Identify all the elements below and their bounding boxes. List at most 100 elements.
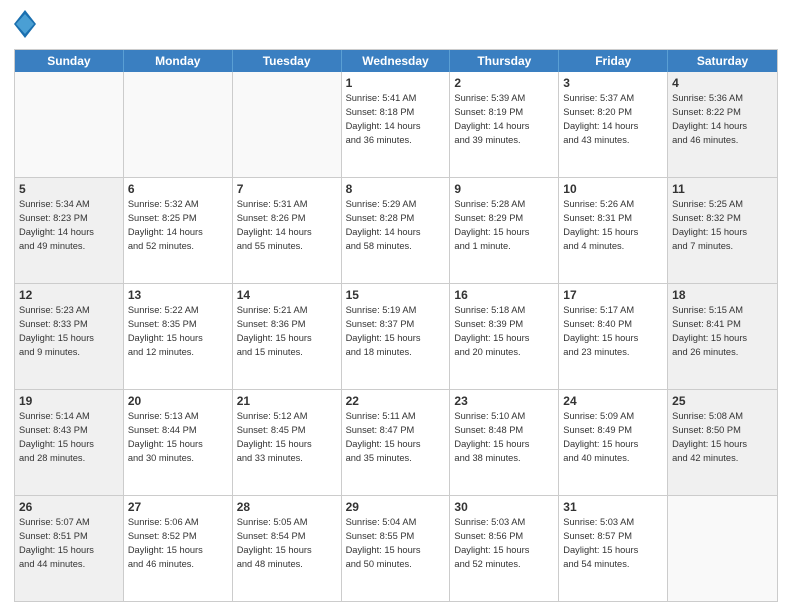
cal-cell-26: 26 Sunrise: 5:07 AM Sunset: 8:51 PM Dayli… (15, 496, 124, 601)
header-day-tuesday: Tuesday (233, 50, 342, 72)
cal-cell-20: 20Sunrise: 5:13 AM Sunset: 8:44 PM Dayli… (124, 390, 233, 495)
cal-cell-21: 21 Sunrise: 5:12 AM Sunset: 8:45 PM Dayli… (233, 390, 342, 495)
cal-cell-14: 14 Sunrise: 5:21 AM Sunset: 8:36 PM Dayli… (233, 284, 342, 389)
cal-cell-24: 24 Sunrise: 5:09 AM Sunset: 8:49 PM Dayli… (559, 390, 668, 495)
day-info: Sunrise: 5:37 AM Sunset: 8:20 PM Dayligh… (563, 93, 638, 144)
day-number: 25 (672, 393, 773, 409)
cal-cell-6: 6Sunrise: 5:32 AM Sunset: 8:25 PM Daylig… (124, 178, 233, 283)
day-number: 5 (19, 181, 119, 197)
day-number: 11 (672, 181, 773, 197)
day-number: 20 (128, 393, 228, 409)
day-number: 26 (19, 499, 119, 515)
day-info: Sunrise: 5:18 AM Sunset: 8:39 PM Dayligh… (454, 305, 529, 356)
cal-cell-27: 27 Sunrise: 5:06 AM Sunset: 8:52 PM Dayli… (124, 496, 233, 601)
cal-cell-30: 30 Sunrise: 5:03 AM Sunset: 8:56 PM Dayli… (450, 496, 559, 601)
day-info: Sunrise: 5:05 AM Sunset: 8:54 PM Dayligh… (237, 517, 312, 568)
cal-cell-16: 16 Sunrise: 5:18 AM Sunset: 8:39 PM Dayli… (450, 284, 559, 389)
day-info: Sunrise: 5:09 AM Sunset: 8:49 PM Dayligh… (563, 411, 638, 462)
day-number: 19 (19, 393, 119, 409)
day-info: Sunrise: 5:31 AM Sunset: 8:26 PM Dayligh… (237, 199, 312, 250)
day-info: Sunrise: 5:04 AM Sunset: 8:55 PM Dayligh… (346, 517, 421, 568)
day-number: 17 (563, 287, 663, 303)
cal-cell-empty-4-6 (668, 496, 777, 601)
day-number: 9 (454, 181, 554, 197)
header-day-sunday: Sunday (15, 50, 124, 72)
day-info: Sunrise: 5:03 AM Sunset: 8:56 PM Dayligh… (454, 517, 529, 568)
day-number: 16 (454, 287, 554, 303)
calendar-row-2: 12 Sunrise: 5:23 AM Sunset: 8:33 PM Dayli… (15, 283, 777, 389)
cal-cell-12: 12 Sunrise: 5:23 AM Sunset: 8:33 PM Dayli… (15, 284, 124, 389)
page: SundayMondayTuesdayWednesdayThursdayFrid… (0, 0, 792, 612)
cal-cell-10: 10 Sunrise: 5:26 AM Sunset: 8:31 PM Dayli… (559, 178, 668, 283)
cal-cell-23: 23 Sunrise: 5:10 AM Sunset: 8:48 PM Dayli… (450, 390, 559, 495)
day-info: Sunrise: 5:28 AM Sunset: 8:29 PM Dayligh… (454, 199, 529, 250)
header-day-wednesday: Wednesday (342, 50, 451, 72)
day-info: Sunrise: 5:41 AM Sunset: 8:18 PM Dayligh… (346, 93, 421, 144)
day-number: 7 (237, 181, 337, 197)
cal-cell-empty-0-1 (124, 72, 233, 177)
cal-cell-9: 9 Sunrise: 5:28 AM Sunset: 8:29 PM Daylig… (450, 178, 559, 283)
day-info: Sunrise: 5:10 AM Sunset: 8:48 PM Dayligh… (454, 411, 529, 462)
day-number: 12 (19, 287, 119, 303)
day-info: Sunrise: 5:29 AM Sunset: 8:28 PM Dayligh… (346, 199, 421, 250)
calendar-body: 1 Sunrise: 5:41 AM Sunset: 8:18 PM Daylig… (15, 72, 777, 601)
calendar-row-1: 5 Sunrise: 5:34 AM Sunset: 8:23 PM Daylig… (15, 177, 777, 283)
cal-cell-17: 17Sunrise: 5:17 AM Sunset: 8:40 PM Dayli… (559, 284, 668, 389)
cal-cell-3: 3 Sunrise: 5:37 AM Sunset: 8:20 PM Daylig… (559, 72, 668, 177)
cal-cell-18: 18 Sunrise: 5:15 AM Sunset: 8:41 PM Dayli… (668, 284, 777, 389)
cal-cell-15: 15 Sunrise: 5:19 AM Sunset: 8:37 PM Dayli… (342, 284, 451, 389)
header-day-friday: Friday (559, 50, 668, 72)
day-number: 28 (237, 499, 337, 515)
cal-cell-2: 2 Sunrise: 5:39 AM Sunset: 8:19 PM Daylig… (450, 72, 559, 177)
day-number: 22 (346, 393, 446, 409)
day-number: 18 (672, 287, 773, 303)
calendar: SundayMondayTuesdayWednesdayThursdayFrid… (14, 49, 778, 602)
logo-icon (14, 10, 36, 38)
day-info: Sunrise: 5:36 AM Sunset: 8:22 PM Dayligh… (672, 93, 747, 144)
day-info: Sunrise: 5:03 AM Sunset: 8:57 PM Dayligh… (563, 517, 638, 568)
day-number: 27 (128, 499, 228, 515)
cal-cell-8: 8 Sunrise: 5:29 AM Sunset: 8:28 PM Daylig… (342, 178, 451, 283)
day-info: Sunrise: 5:25 AM Sunset: 8:32 PM Dayligh… (672, 199, 747, 250)
day-number: 29 (346, 499, 446, 515)
day-number: 10 (563, 181, 663, 197)
day-info: Sunrise: 5:15 AM Sunset: 8:41 PM Dayligh… (672, 305, 747, 356)
day-number: 30 (454, 499, 554, 515)
day-info: Sunrise: 5:07 AM Sunset: 8:51 PM Dayligh… (19, 517, 94, 568)
cal-cell-25: 25Sunrise: 5:08 AM Sunset: 8:50 PM Dayli… (668, 390, 777, 495)
cal-cell-13: 13Sunrise: 5:22 AM Sunset: 8:35 PM Dayli… (124, 284, 233, 389)
day-info: Sunrise: 5:14 AM Sunset: 8:43 PM Dayligh… (19, 411, 94, 462)
day-number: 23 (454, 393, 554, 409)
day-info: Sunrise: 5:12 AM Sunset: 8:45 PM Dayligh… (237, 411, 312, 462)
header-day-thursday: Thursday (450, 50, 559, 72)
cal-cell-empty-0-0 (15, 72, 124, 177)
day-info: Sunrise: 5:39 AM Sunset: 8:19 PM Dayligh… (454, 93, 529, 144)
cal-cell-19: 19 Sunrise: 5:14 AM Sunset: 8:43 PM Dayli… (15, 390, 124, 495)
day-number: 14 (237, 287, 337, 303)
day-number: 1 (346, 75, 446, 91)
day-info: Sunrise: 5:06 AM Sunset: 8:52 PM Dayligh… (128, 517, 203, 568)
day-number: 21 (237, 393, 337, 409)
calendar-row-3: 19 Sunrise: 5:14 AM Sunset: 8:43 PM Dayli… (15, 389, 777, 495)
calendar-row-4: 26 Sunrise: 5:07 AM Sunset: 8:51 PM Dayli… (15, 495, 777, 601)
day-info: Sunrise: 5:34 AM Sunset: 8:23 PM Dayligh… (19, 199, 94, 250)
day-info: Sunrise: 5:21 AM Sunset: 8:36 PM Dayligh… (237, 305, 312, 356)
day-info: Sunrise: 5:11 AM Sunset: 8:47 PM Dayligh… (346, 411, 421, 462)
header-day-monday: Monday (124, 50, 233, 72)
day-info: Sunrise: 5:19 AM Sunset: 8:37 PM Dayligh… (346, 305, 421, 356)
day-number: 31 (563, 499, 663, 515)
day-number: 24 (563, 393, 663, 409)
day-number: 13 (128, 287, 228, 303)
cal-cell-22: 22 Sunrise: 5:11 AM Sunset: 8:47 PM Dayli… (342, 390, 451, 495)
cal-cell-empty-0-2 (233, 72, 342, 177)
day-info: Sunrise: 5:26 AM Sunset: 8:31 PM Dayligh… (563, 199, 638, 250)
day-number: 15 (346, 287, 446, 303)
day-number: 3 (563, 75, 663, 91)
cal-cell-5: 5 Sunrise: 5:34 AM Sunset: 8:23 PM Daylig… (15, 178, 124, 283)
day-info: Sunrise: 5:23 AM Sunset: 8:33 PM Dayligh… (19, 305, 94, 356)
day-number: 8 (346, 181, 446, 197)
day-info: Sunrise: 5:32 AM Sunset: 8:25 PM Dayligh… (128, 199, 203, 250)
day-number: 2 (454, 75, 554, 91)
header-day-saturday: Saturday (668, 50, 777, 72)
header (14, 10, 778, 43)
